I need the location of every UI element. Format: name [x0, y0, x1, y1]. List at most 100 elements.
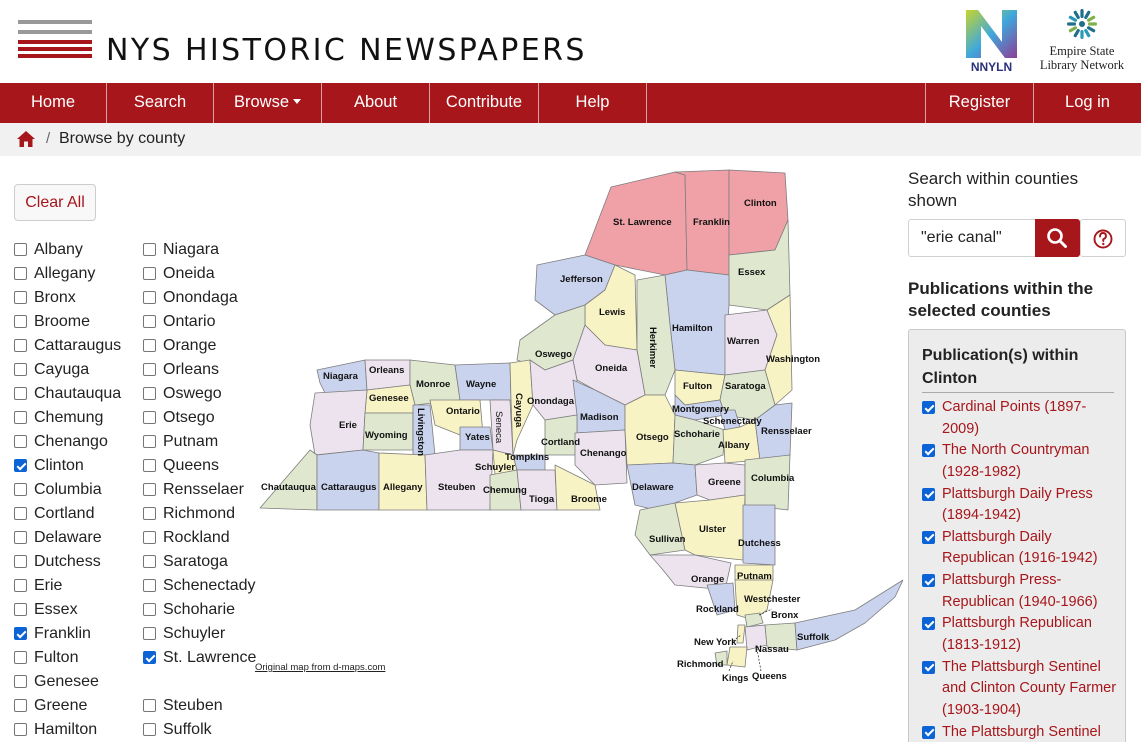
county-filter-bronx[interactable]: Bronx: [14, 286, 136, 310]
county-chautauqua[interactable]: [259, 449, 318, 511]
county-checkbox[interactable]: [14, 315, 27, 328]
county-filter-cortland[interactable]: Cortland: [14, 502, 136, 526]
nav-home[interactable]: Home: [0, 83, 107, 123]
county-filter-columbia[interactable]: Columbia: [14, 478, 136, 502]
county-filter-allegany[interactable]: Allegany: [14, 262, 136, 286]
clear-all-button[interactable]: Clear All: [14, 184, 96, 221]
county-checkbox[interactable]: [143, 651, 156, 664]
newspaper-logo-icon[interactable]: [18, 20, 92, 60]
county-checkbox[interactable]: [143, 579, 156, 592]
county-cortland[interactable]: [544, 414, 578, 456]
publication-title-link[interactable]: Plattsburgh Press-Republican (1940-1966): [942, 572, 1098, 610]
publication-checkbox[interactable]: [922, 725, 935, 739]
county-filter-genesee[interactable]: Genesee: [14, 670, 136, 694]
county-bronx[interactable]: [744, 612, 764, 628]
county-filter-schoharie[interactable]: Schoharie: [143, 598, 259, 622]
nav-about[interactable]: About: [322, 83, 430, 123]
county-checkbox[interactable]: [143, 531, 156, 544]
county-filter-otsego[interactable]: Otsego: [143, 406, 259, 430]
county-checkbox[interactable]: [14, 723, 27, 736]
esln-logo[interactable]: Empire State Library Network: [1034, 8, 1130, 74]
county-filter-putnam[interactable]: Putnam: [143, 430, 259, 454]
county-checkbox[interactable]: [14, 411, 27, 424]
county-new-york[interactable]: [736, 624, 746, 644]
county-filter-fulton[interactable]: Fulton: [14, 646, 136, 670]
publication-title-link[interactable]: Plattsburgh Republican (1813-1912): [942, 615, 1092, 653]
county-checkbox[interactable]: [14, 627, 27, 640]
county-otsego[interactable]: [624, 394, 676, 466]
county-filter-suffolk[interactable]: Suffolk: [143, 718, 259, 742]
nnyln-logo[interactable]: NNYLN: [964, 8, 1019, 74]
county-filter-schuyler[interactable]: Schuyler: [143, 622, 259, 646]
publication-checkbox[interactable]: [922, 487, 935, 501]
county-checkbox[interactable]: [143, 363, 156, 376]
publication-title-link[interactable]: The North Countryman (1928-1982): [942, 442, 1089, 480]
county-checkbox[interactable]: [143, 603, 156, 616]
county-checkbox[interactable]: [14, 291, 27, 304]
county-dutchess[interactable]: [742, 504, 776, 566]
county-checkbox[interactable]: [14, 579, 27, 592]
county-filter-cayuga[interactable]: Cayuga: [14, 358, 136, 382]
county-steuben[interactable]: [424, 449, 494, 511]
county-checkbox[interactable]: [143, 435, 156, 448]
publication-title-link[interactable]: The Plattsburgh Sentinel and Clinton Cou…: [942, 659, 1116, 718]
search-input[interactable]: "erie canal": [908, 219, 1035, 257]
county-filter-onondaga[interactable]: Onondaga: [143, 286, 259, 310]
publication-checkbox[interactable]: [922, 444, 935, 458]
county-filter-rockland[interactable]: Rockland: [143, 526, 259, 550]
publication-item[interactable]: Plattsburgh Republican (1813-1912): [922, 613, 1122, 656]
county-checkbox[interactable]: [14, 435, 27, 448]
county-checkbox[interactable]: [143, 507, 156, 520]
county-checkbox[interactable]: [14, 651, 27, 664]
county-checkbox[interactable]: [14, 699, 27, 712]
county-filter-ontario[interactable]: Ontario: [143, 310, 259, 334]
county-filter-greene[interactable]: Greene: [14, 694, 136, 718]
county-filter-niagara[interactable]: Niagara: [143, 238, 259, 262]
county-filter-chemung[interactable]: Chemung: [14, 406, 136, 430]
county-filter-cattaraugus[interactable]: Cattaraugus: [14, 334, 136, 358]
county-filter-dutchess[interactable]: Dutchess: [14, 550, 136, 574]
county-filter-queens[interactable]: Queens: [143, 454, 259, 478]
county-cattaraugus[interactable]: [316, 449, 380, 511]
county-checkbox[interactable]: [143, 555, 156, 568]
nav-register[interactable]: Register: [925, 83, 1033, 123]
nav-help[interactable]: Help: [539, 83, 647, 123]
map-credit-link[interactable]: Original map from d-maps.com: [255, 662, 385, 673]
publication-checkbox[interactable]: [922, 530, 935, 544]
county-filter-erie[interactable]: Erie: [14, 574, 136, 598]
county-checkbox[interactable]: [14, 459, 27, 472]
publication-item[interactable]: Cardinal Points (1897-2009): [922, 397, 1122, 440]
county-filter-franklin[interactable]: Franklin: [14, 622, 136, 646]
county-checkbox[interactable]: [143, 699, 156, 712]
county-filter-oswego[interactable]: Oswego: [143, 382, 259, 406]
nav-login[interactable]: Log in: [1033, 83, 1141, 123]
county-checkbox[interactable]: [14, 267, 27, 280]
county-checkbox[interactable]: [14, 603, 27, 616]
county-filter-orleans[interactable]: Orleans: [143, 358, 259, 382]
publication-checkbox[interactable]: [922, 617, 935, 631]
publication-item[interactable]: The North Countryman (1928-1982): [922, 440, 1122, 483]
county-checkbox[interactable]: [14, 387, 27, 400]
site-title[interactable]: NYS HISTORIC NEWSPAPERS: [106, 33, 587, 68]
county-checkbox[interactable]: [143, 387, 156, 400]
county-checkbox[interactable]: [14, 675, 27, 688]
county-checkbox[interactable]: [14, 483, 27, 496]
county-filter-orange[interactable]: Orange: [143, 334, 259, 358]
county-filter-st-lawrence[interactable]: St. Lawrence: [143, 646, 259, 694]
county-checkbox[interactable]: [143, 315, 156, 328]
county-filter-hamilton[interactable]: Hamilton: [14, 718, 136, 742]
county-filter-richmond[interactable]: Richmond: [143, 502, 259, 526]
search-button[interactable]: [1035, 219, 1080, 257]
county-filter-albany[interactable]: Albany: [14, 238, 136, 262]
county-checkbox[interactable]: [143, 483, 156, 496]
county-kings[interactable]: [726, 646, 748, 668]
publication-item[interactable]: The Plattsburgh Sentinel and Clinton Cou…: [922, 657, 1122, 722]
county-filter-saratoga[interactable]: Saratoga: [143, 550, 259, 574]
county-filter-broome[interactable]: Broome: [14, 310, 136, 334]
county-filter-chautauqua[interactable]: Chautauqua: [14, 382, 136, 406]
county-checkbox[interactable]: [143, 627, 156, 640]
county-checkbox[interactable]: [143, 459, 156, 472]
help-button[interactable]: [1080, 219, 1126, 257]
publication-item[interactable]: Plattsburgh Press-Republican (1940-1966): [922, 570, 1122, 613]
county-filter-schenectady[interactable]: Schenectady: [143, 574, 259, 598]
